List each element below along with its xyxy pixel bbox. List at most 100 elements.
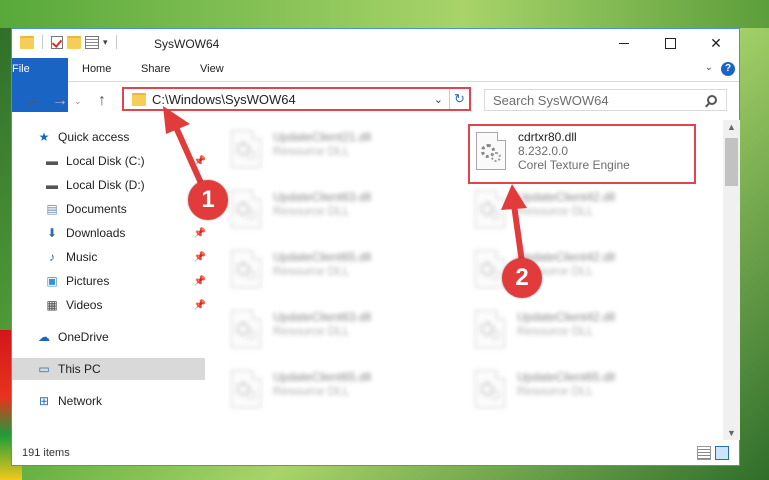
details-view-icon[interactable] — [697, 446, 711, 460]
list-item[interactable]: UpdateClient42.dll Resource DLL — [473, 308, 688, 362]
sidebar-item-quick-access[interactable]: ★ Quick access — [36, 126, 130, 148]
sidebar-item-onedrive[interactable]: ☁ OneDrive — [36, 326, 109, 348]
dll-file-icon — [229, 308, 267, 352]
up-arrow-icon[interactable]: ↑ — [98, 92, 106, 110]
file-type: Resource DLL — [273, 204, 350, 218]
search-input[interactable]: Search SysWOW64 — [485, 93, 707, 108]
sidebar-item-label: Local Disk (C:) — [66, 154, 145, 168]
ribbon-tabs: File Home Share View ⌄ ? — [12, 58, 739, 112]
file-name: cdrtxr80.dll — [518, 130, 577, 144]
file-name: UpdateClient63.dll — [273, 310, 372, 324]
scroll-down-arrow-icon[interactable]: ▼ — [723, 428, 740, 438]
list-item[interactable]: UpdateClient65.dll Resource DLL — [229, 368, 444, 422]
sidebar-item-downloads[interactable]: ⬇ Downloads 📌 — [44, 222, 206, 244]
file-type: Resource DLL — [273, 264, 350, 278]
pin-icon[interactable]: 📌 — [194, 156, 206, 167]
pin-icon[interactable]: 📌 — [194, 228, 206, 239]
forward-arrow-icon[interactable]: → — [52, 92, 68, 110]
file-name: UpdateClient65.dll — [517, 370, 616, 384]
properties-icon[interactable] — [85, 35, 99, 49]
scroll-up-arrow-icon[interactable]: ▲ — [723, 122, 740, 132]
search-icon — [707, 95, 717, 105]
annotation-marker-1: 1 — [188, 180, 228, 220]
new-folder-icon[interactable] — [67, 35, 81, 49]
refresh-button[interactable]: ↻ — [449, 89, 469, 109]
divider — [42, 35, 43, 49]
tab-view[interactable]: View — [188, 58, 236, 81]
dll-file-icon — [229, 128, 267, 172]
pin-icon[interactable]: 📌 — [194, 252, 206, 263]
list-item[interactable]: UpdateClient65.dll Resource DLL — [229, 248, 444, 302]
recent-locations-chevron-icon[interactable]: ⌄ — [74, 96, 82, 107]
address-path[interactable]: C:\Windows\SysWOW64 — [152, 92, 434, 107]
dll-file-icon — [229, 368, 267, 412]
file-version: 8.232.0.0 — [518, 144, 569, 158]
dll-file-icon — [474, 130, 512, 174]
list-item[interactable]: UpdateClient65.dll Resource DLL — [473, 368, 688, 422]
music-icon: ♪ — [49, 250, 55, 264]
star-icon: ★ — [38, 130, 50, 144]
vertical-scrollbar[interactable]: ▲ ▼ — [723, 120, 740, 440]
sidebar-item-network[interactable]: ⊞ Network — [36, 390, 102, 412]
sidebar-item-pictures[interactable]: ▣ Pictures 📌 — [44, 270, 206, 292]
file-type: Resource DLL — [517, 324, 594, 338]
sidebar-item-local-disk-d[interactable]: ▬ Local Disk (D:) — [44, 174, 206, 196]
file-type: Resource DLL — [273, 324, 350, 338]
file-name: UpdateClient42.dll — [517, 310, 616, 324]
sidebar-item-label: Downloads — [66, 226, 126, 240]
pin-icon[interactable]: 📌 — [194, 276, 206, 287]
list-item[interactable]: UpdateClient63.dll Resource DLL — [229, 188, 444, 242]
minimize-button[interactable] — [601, 29, 647, 58]
pin-icon[interactable]: 📌 — [194, 300, 206, 311]
file-type: Resource DLL — [517, 204, 594, 218]
sidebar-item-label: Music — [66, 250, 98, 264]
folder-icon — [132, 92, 146, 106]
address-row: ← → ⌄ ↑ C:\Windows\SysWOW64 ⌄ ↻ Search S… — [12, 82, 739, 120]
help-button[interactable]: ? — [721, 62, 735, 76]
file-type: Resource DLL — [517, 384, 594, 398]
tiles-view-icon[interactable] — [715, 446, 729, 460]
sidebar-item-label: This PC — [58, 362, 101, 376]
expand-ribbon-chevron-icon[interactable]: ⌄ — [705, 62, 713, 73]
list-item[interactable]: UpdateClient42.dll Resource DLL — [473, 188, 688, 242]
sidebar-item-label: Network — [58, 394, 103, 408]
file-name: UpdateClient42.dll — [517, 190, 616, 204]
sidebar-item-documents[interactable]: ▤ Documents 📌 — [44, 198, 206, 220]
drive-icon: ▬ — [46, 154, 58, 168]
title-bar: ▾ SysWOW64 ✕ — [12, 29, 739, 58]
sidebar-item-local-disk-c[interactable]: ▬ Local Disk (C:) 📌 — [44, 150, 206, 172]
search-box[interactable]: Search SysWOW64 — [484, 89, 727, 111]
address-history-chevron-icon[interactable]: ⌄ — [434, 93, 443, 106]
sidebar-item-label: Local Disk (D:) — [66, 178, 145, 192]
dll-file-icon — [229, 188, 267, 232]
sidebar-item-label: OneDrive — [58, 330, 109, 344]
customize-toolbar-chevron-icon[interactable]: ▾ — [103, 37, 108, 48]
minimize-icon — [619, 43, 629, 44]
maximize-button[interactable] — [647, 29, 693, 58]
list-item[interactable]: UpdateClient63.dll Resource DLL — [229, 308, 444, 362]
scrollbar-thumb[interactable] — [725, 138, 738, 186]
quick-access-toolbar: ▾ — [20, 35, 121, 49]
tab-share[interactable]: Share — [129, 58, 182, 81]
sidebar-item-videos[interactable]: ▦ Videos 📌 — [44, 294, 206, 316]
explorer-window: ▾ SysWOW64 ✕ File Home Share View ⌄ ? ← … — [11, 28, 740, 466]
tab-home[interactable]: Home — [70, 58, 123, 81]
sidebar-item-this-pc[interactable]: ▭ This PC — [12, 358, 205, 380]
list-item[interactable]: UpdateClient21.dll Resource DLL — [229, 128, 444, 182]
file-name: UpdateClient65.dll — [273, 370, 372, 384]
network-icon: ⊞ — [38, 394, 50, 408]
back-arrow-icon[interactable]: ← — [24, 92, 40, 110]
address-bar[interactable]: C:\Windows\SysWOW64 ⌄ ↻ — [122, 87, 471, 111]
sidebar-item-music[interactable]: ♪ Music 📌 — [44, 246, 206, 268]
download-icon: ⬇ — [46, 226, 58, 240]
file-name: UpdateClient63.dll — [273, 190, 372, 204]
sidebar-item-label: Quick access — [58, 130, 130, 144]
file-name: UpdateClient65.dll — [273, 250, 372, 264]
file-list: UpdateClient21.dll Resource DLL UpdateCli… — [215, 122, 723, 440]
target-file-cdrtxr80[interactable]: cdrtxr80.dll 8.232.0.0 Corel Texture Eng… — [468, 124, 696, 184]
close-button[interactable]: ✕ — [693, 29, 739, 58]
divider — [115, 35, 117, 49]
computer-icon: ▭ — [38, 362, 50, 376]
desktop-background — [0, 0, 769, 28]
properties-check-icon[interactable] — [51, 35, 63, 49]
